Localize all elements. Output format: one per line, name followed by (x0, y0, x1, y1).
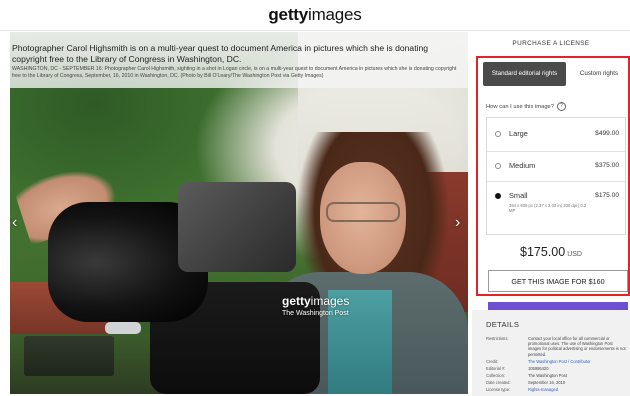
tab-standard-editorial-rights[interactable]: Standard editorial rights (483, 62, 566, 86)
radio-small-selected[interactable] (495, 193, 501, 199)
detail-value-date: September 16, 2010 (528, 380, 566, 385)
price-amount: $175.00 (520, 245, 566, 259)
photo-caption-body: WASHINGTON, DC - SEPTEMBER 16: Photograp… (12, 66, 457, 79)
detail-label-credit: Credit: (486, 359, 499, 364)
watermark-logo: gettyimages (282, 294, 350, 308)
photo-caption-title: Photographer Carol Highsmith is on a mul… (12, 43, 429, 64)
size-price-large: $499.00 (595, 130, 619, 137)
detail-label-date: Date created: (486, 380, 511, 385)
caption-band: Photographer Carol Highsmith is on a mul… (10, 32, 468, 88)
detail-label-editorial: Editorial #: (486, 366, 506, 371)
size-price-medium: $375.00 (595, 162, 619, 169)
size-price-small: $175.00 (595, 192, 619, 199)
photo-car (105, 322, 141, 334)
radio-medium[interactable] (495, 163, 501, 169)
gettyimages-watermark: gettyimages The Washington Post (282, 294, 349, 317)
size-options: Large $499.00 Medium $375.00 Small $175.… (486, 117, 626, 235)
chevron-right-icon[interactable]: › (455, 214, 460, 232)
photo-camera-body (178, 182, 296, 272)
license-tabs: Standard editorial rights Custom rights (483, 62, 627, 86)
get-this-image-button[interactable]: GET THIS IMAGE FOR $160 (488, 270, 628, 292)
detail-value-collection: The Washington Post (528, 373, 567, 378)
selected-price: $175.00 USD (472, 243, 630, 261)
usage-question-label: How can I use this image? (486, 103, 554, 110)
photo-subject-glasses (326, 202, 400, 222)
size-label-medium: Medium (509, 161, 536, 170)
detail-row-restrictions: Restrictions: Contact your local office … (486, 336, 626, 358)
detail-value-license[interactable]: Rights-managed (528, 387, 626, 392)
detail-value-credit[interactable]: The Washington Post / Contributor (528, 359, 626, 364)
detail-value-editorial: 105986420 (528, 366, 549, 371)
purchase-title: PURCHASE A LICENSE (512, 40, 590, 47)
size-option-small[interactable]: Small $175.00 394 x 605 px (2.37 x 2.03 … (487, 181, 625, 235)
main-photo[interactable]: Photographer Carol Highsmith is on a mul… (10, 32, 468, 394)
size-option-medium[interactable]: Medium $375.00 (487, 151, 625, 182)
watermark-credit: The Washington Post (282, 310, 349, 317)
details-section: DETAILS Restrictions: Contact your local… (472, 310, 630, 396)
radio-large[interactable] (495, 131, 501, 137)
usage-question[interactable]: How can I use this image? ? (486, 102, 566, 111)
chevron-left-icon[interactable]: ‹ (12, 214, 17, 232)
price-currency: USD (567, 251, 582, 258)
size-detail-small: 394 x 605 px (2.37 x 2.03 in) 300 dpi | … (509, 203, 587, 214)
detail-label-restrictions: Restrictions: (486, 336, 509, 341)
detail-value-restrictions: Contact your local office for all commer… (528, 336, 626, 357)
size-label-small: Small (509, 191, 528, 200)
details-title: DETAILS (486, 320, 520, 329)
tab-custom-rights[interactable]: Custom rights (571, 62, 627, 86)
size-option-large[interactable]: Large $499.00 (487, 118, 625, 151)
gettyimages-logo[interactable]: gettyimages (268, 5, 361, 25)
site-header: gettyimages (0, 0, 630, 31)
question-circle-icon[interactable]: ? (557, 102, 566, 111)
detail-label-license: License type: (486, 387, 511, 392)
size-label-large: Large (509, 129, 528, 138)
photo-bench (24, 336, 114, 376)
detail-label-collection: Collection: (486, 373, 506, 378)
